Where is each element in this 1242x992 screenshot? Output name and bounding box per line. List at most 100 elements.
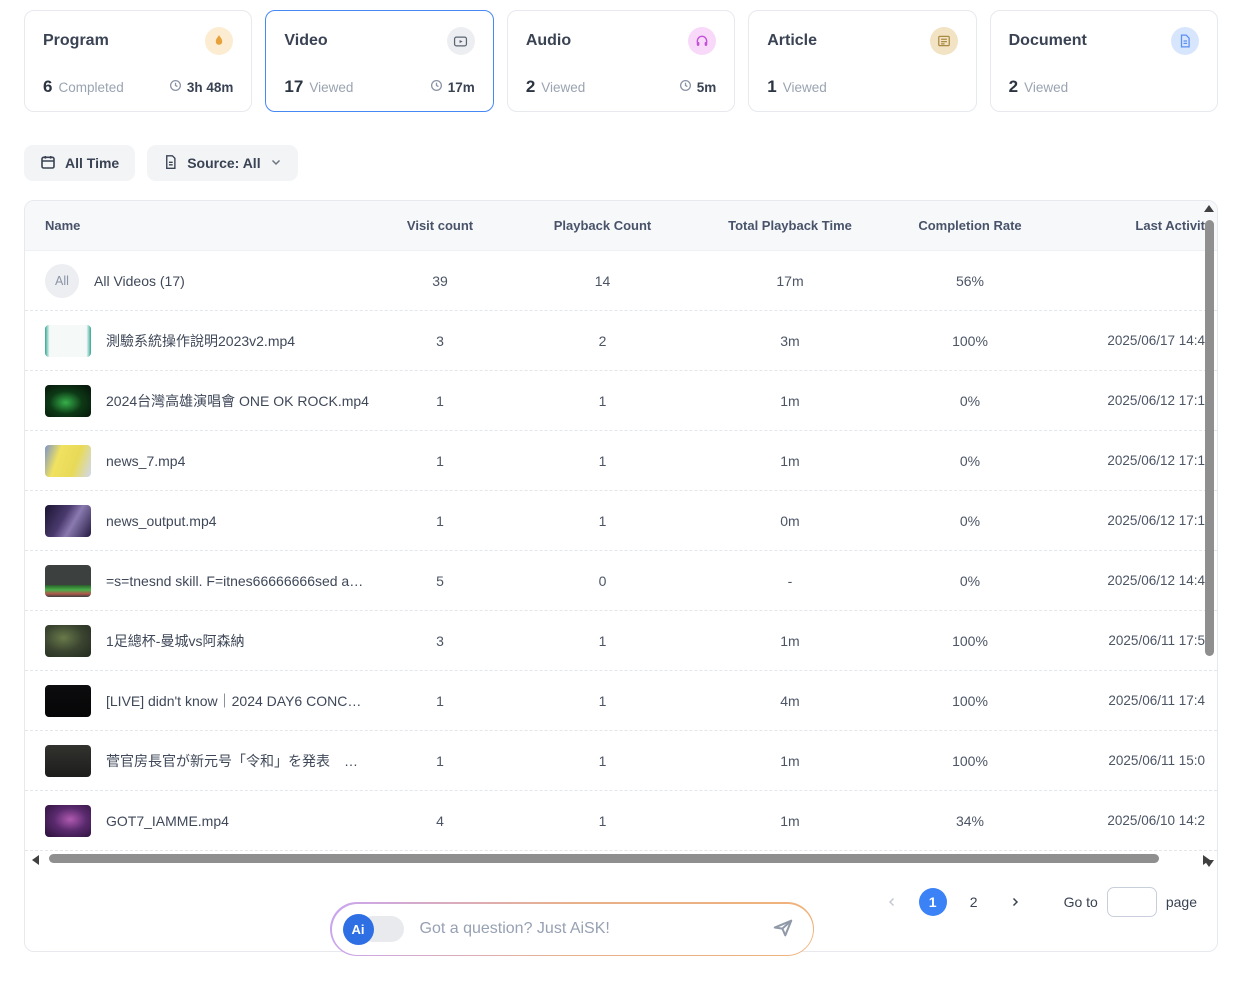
document-icon — [1171, 27, 1199, 55]
completion-rate-value: 0% — [885, 573, 1055, 589]
item-name: news_output.mp4 — [106, 513, 217, 529]
card-title: Article — [767, 32, 817, 50]
visit-count-value: 3 — [370, 333, 510, 349]
table-row[interactable]: GOT7_IAMME.mp4 4 1 1m 34% 2025/06/10 14:… — [25, 791, 1217, 851]
scroll-up-arrow-icon[interactable] — [1204, 205, 1214, 212]
scroll-right-arrow-icon[interactable] — [1203, 855, 1210, 865]
card-document[interactable]: Document 2Viewed — [990, 10, 1218, 112]
item-name: 1足總杯-曼城vs阿森納 — [106, 631, 244, 651]
visit-count-value: 1 — [370, 453, 510, 469]
playback-count-value: 1 — [510, 453, 695, 469]
file-icon — [163, 154, 178, 173]
goto-page-input[interactable] — [1107, 887, 1157, 917]
card-count-label: Viewed — [309, 80, 353, 95]
card-count-label: Viewed — [1024, 80, 1068, 95]
page-button-1[interactable]: 1 — [919, 888, 947, 916]
column-header-last-activity: Last Activit — [1055, 218, 1205, 233]
column-header-visit-count: Visit count — [370, 218, 510, 233]
page-label: page — [1166, 894, 1197, 910]
total-playback-time-value: 1m — [695, 633, 885, 649]
clock-icon — [169, 79, 182, 95]
item-name: 測驗系統操作說明2023v2.mp4 — [106, 331, 295, 351]
item-name: 2024台灣高雄演唱會 ONE OK ROCK.mp4 — [106, 391, 369, 411]
playback-count-value: 1 — [510, 693, 695, 709]
visit-count-value: 1 — [370, 753, 510, 769]
video-thumbnail — [45, 805, 91, 837]
video-thumbnail — [45, 325, 91, 357]
item-name: GOT7_IAMME.mp4 — [106, 813, 229, 829]
video-thumbnail — [45, 685, 91, 717]
next-page-button[interactable] — [1001, 888, 1029, 916]
table-row[interactable]: 2024台灣高雄演唱會 ONE OK ROCK.mp4 1 1 1m 0% 20… — [25, 371, 1217, 431]
visit-count-value: 1 — [370, 513, 510, 529]
table-row[interactable]: news_7.mp4 1 1 1m 0% 2025/06/12 17:1 — [25, 431, 1217, 491]
source-filter-button[interactable]: Source: All — [147, 145, 297, 181]
card-audio[interactable]: Audio 2Viewed 5m — [507, 10, 735, 112]
table-body: All All Videos (17) 39 14 17m 56% 測驗系統操 — [25, 251, 1217, 851]
source-filter-label: Source: All — [187, 155, 260, 171]
card-article[interactable]: Article 1Viewed — [748, 10, 976, 112]
total-playback-time-value: 17m — [695, 273, 885, 289]
vertical-scrollbar[interactable] — [1203, 205, 1215, 867]
completion-rate-value: 100% — [885, 333, 1055, 349]
table-row[interactable]: 1足總杯-曼城vs阿森納 3 1 1m 100% 2025/06/11 17:5 — [25, 611, 1217, 671]
table-row[interactable]: 菅官房長官が新元号「令和」を発表 … 1 1 1m 100% 2025/06/1… — [25, 731, 1217, 791]
ai-toggle[interactable]: Ai — [343, 914, 404, 945]
table-row[interactable]: All All Videos (17) 39 14 17m 56% — [25, 251, 1217, 311]
completion-rate-value: 0% — [885, 513, 1055, 529]
completion-rate-value: 100% — [885, 633, 1055, 649]
column-header-completion-rate: Completion Rate — [885, 218, 1055, 233]
table-row[interactable]: 測驗系統操作說明2023v2.mp4 3 2 3m 100% 2025/06/1… — [25, 311, 1217, 371]
ai-badge: Ai — [343, 914, 374, 945]
ai-ask-bar: Ai — [330, 902, 814, 956]
completion-rate-value: 100% — [885, 753, 1055, 769]
video-thumbnail — [45, 565, 91, 597]
visit-count-value: 4 — [370, 813, 510, 829]
visit-count-value: 39 — [370, 273, 510, 289]
item-name: All Videos (17) — [94, 273, 185, 289]
item-name: =s=tnesnd skill. F=itnes66666666sed a… — [106, 573, 363, 589]
playback-count-value: 1 — [510, 513, 695, 529]
last-activity-value: 2025/06/11 17:4 — [1055, 693, 1205, 708]
card-time-value: 5m — [697, 80, 717, 95]
total-playback-time-value: 4m — [695, 693, 885, 709]
card-count-label: Viewed — [783, 80, 827, 95]
ai-question-input[interactable] — [420, 920, 771, 938]
horizontal-scrollbar[interactable] — [25, 851, 1217, 869]
item-name: 菅官房長官が新元号「令和」を発表 … — [106, 751, 358, 771]
filter-bar: All Time Source: All — [24, 145, 1218, 181]
headphones-icon — [688, 27, 716, 55]
horizontal-scrollbar-thumb[interactable] — [49, 854, 1159, 863]
completion-rate-value: 100% — [885, 693, 1055, 709]
send-button[interactable] — [771, 917, 795, 942]
scroll-left-arrow-icon[interactable] — [32, 855, 39, 865]
table-row[interactable]: =s=tnesnd skill. F=itnes66666666sed a… 5… — [25, 551, 1217, 611]
flame-icon — [205, 27, 233, 55]
playback-count-value: 2 — [510, 333, 695, 349]
playback-count-value: 0 — [510, 573, 695, 589]
page-button-2[interactable]: 2 — [960, 888, 988, 916]
prev-page-button[interactable] — [878, 888, 906, 916]
time-filter-button[interactable]: All Time — [24, 145, 135, 181]
chevron-down-icon — [270, 155, 282, 171]
time-filter-label: All Time — [65, 155, 119, 171]
card-video[interactable]: Video 17Viewed 17m — [265, 10, 493, 112]
total-playback-time-value: 0m — [695, 513, 885, 529]
table-row[interactable]: news_output.mp4 1 1 0m 0% 2025/06/12 17:… — [25, 491, 1217, 551]
card-time-value: 3h 48m — [187, 80, 234, 95]
last-activity-value: 2025/06/12 14:4 — [1055, 573, 1205, 588]
newspaper-icon — [930, 27, 958, 55]
completion-rate-value: 0% — [885, 393, 1055, 409]
total-playback-time-value: - — [695, 573, 885, 589]
total-playback-time-value: 1m — [695, 753, 885, 769]
last-activity-value: 2025/06/10 14:2 — [1055, 813, 1205, 828]
card-program[interactable]: Program 6Completed 3h 48m — [24, 10, 252, 112]
vertical-scrollbar-thumb[interactable] — [1205, 220, 1214, 656]
send-icon — [771, 917, 795, 942]
table-header: Name Visit count Playback Count Total Pl… — [25, 201, 1217, 251]
table-row[interactable]: [LIVE] didn't know｜2024 DAY6 CONCE… 1 1 … — [25, 671, 1217, 731]
video-thumbnail — [45, 505, 91, 537]
video-thumbnail — [45, 745, 91, 777]
card-title: Audio — [526, 32, 571, 50]
pagination: 1 2 Go to page — [878, 887, 1197, 917]
